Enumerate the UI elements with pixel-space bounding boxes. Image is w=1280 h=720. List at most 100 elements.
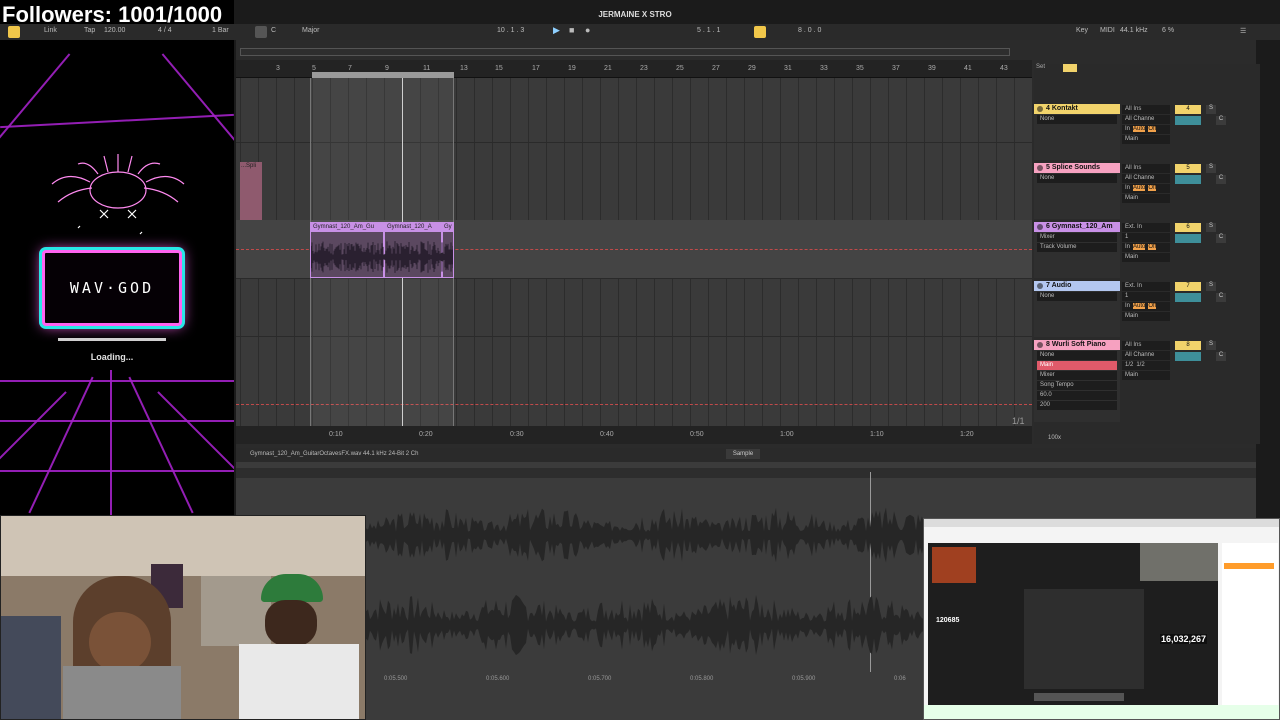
device-chooser[interactable]: None: [1037, 115, 1117, 124]
input-select[interactable]: All Ins: [1122, 164, 1170, 173]
monitor-option[interactable]: Auto: [1133, 244, 1146, 250]
volume-field[interactable]: [1175, 293, 1201, 302]
monitor-option[interactable]: Off: [1148, 303, 1157, 309]
channel-select[interactable]: All Channe: [1122, 115, 1170, 124]
volume-field[interactable]: [1175, 116, 1201, 125]
cave-wall: [1024, 589, 1144, 689]
monitor-option[interactable]: In: [1125, 126, 1130, 132]
device-chooser[interactable]: None: [1037, 292, 1117, 301]
input-select[interactable]: All Ins: [1122, 105, 1170, 114]
channel-select[interactable]: 1: [1122, 292, 1170, 301]
output-select[interactable]: Main: [1122, 371, 1170, 380]
solo-button[interactable]: S: [1206, 164, 1216, 173]
solo-button[interactable]: S: [1206, 105, 1216, 114]
pan-center-button[interactable]: C: [1216, 175, 1226, 184]
play-button[interactable]: ▶: [553, 25, 560, 36]
track-name[interactable]: 7 Audio: [1034, 281, 1120, 291]
track-extra-field[interactable]: 60.0: [1037, 391, 1117, 400]
monitor-option[interactable]: 1/2: [1136, 362, 1144, 368]
pan-center-button[interactable]: C: [1216, 293, 1226, 302]
monitor-option[interactable]: 1/2: [1125, 362, 1133, 368]
stop-button[interactable]: ■: [569, 25, 574, 35]
key-map-button[interactable]: Key: [1076, 27, 1088, 34]
device-chooser[interactable]: Mixer: [1037, 233, 1117, 242]
loop-icon[interactable]: [754, 26, 766, 38]
tempo-field[interactable]: 120.00: [104, 27, 125, 34]
output-select[interactable]: Main: [1122, 312, 1170, 321]
track-strip[interactable]: 5 Splice Sounds None: [1034, 163, 1120, 219]
input-select[interactable]: Ext. In: [1122, 282, 1170, 291]
scale-mode-icon[interactable]: [255, 26, 267, 38]
channel-select[interactable]: All Channe: [1122, 351, 1170, 360]
monitor-option[interactable]: Auto: [1133, 126, 1146, 132]
tap-tempo-button[interactable]: Tap: [84, 27, 95, 34]
sample-scrollbar[interactable]: [236, 468, 1256, 478]
device-chooser[interactable]: None: [1037, 351, 1117, 360]
monitor-option[interactable]: Auto: [1133, 303, 1146, 309]
track-extra-field[interactable]: Main: [1037, 361, 1117, 370]
track-strip[interactable]: 6 Gymnast_120_Am Mixer Track Volume: [1034, 222, 1120, 278]
tab-sample[interactable]: Sample: [726, 449, 760, 459]
track-strip[interactable]: 4 Kontakt None: [1034, 104, 1120, 160]
channel-select[interactable]: All Channe: [1122, 174, 1170, 183]
viewer-count: 120685: [936, 617, 960, 624]
song-position[interactable]: 10 . 1 . 3: [497, 27, 524, 34]
volume-field[interactable]: [1175, 352, 1201, 361]
monitor-switch: In Auto Off: [1122, 243, 1170, 252]
follow-toggle[interactable]: [1063, 64, 1077, 72]
input-select[interactable]: All Ins: [1122, 341, 1170, 350]
volume-field[interactable]: [1175, 234, 1201, 243]
device-chooser[interactable]: None: [1037, 174, 1117, 183]
monitor-option[interactable]: In: [1125, 244, 1130, 250]
monitor-option[interactable]: Off: [1148, 126, 1157, 132]
pan-center-button[interactable]: C: [1216, 116, 1226, 125]
solo-button[interactable]: S: [1206, 282, 1216, 291]
loop-length[interactable]: 8 . 0 . 0: [798, 27, 821, 34]
link-toggle[interactable]: Link: [44, 27, 57, 34]
track-name[interactable]: 8 Wurli Soft Piano: [1034, 340, 1120, 350]
track-activator[interactable]: 5: [1175, 164, 1201, 173]
channel-select[interactable]: 1: [1122, 233, 1170, 242]
loop-start[interactable]: 5 . 1 . 1: [697, 27, 720, 34]
hamburger-icon[interactable]: ☰: [1240, 27, 1246, 35]
track-name[interactable]: 5 Splice Sounds: [1034, 163, 1120, 173]
track-lanes[interactable]: ...Spli Gymnast_120_Am_Gu Gymnast_120_A …: [236, 78, 1032, 426]
output-select[interactable]: Main: [1122, 253, 1170, 262]
monitor-option[interactable]: Off: [1148, 185, 1157, 191]
track-extra-field[interactable]: Track Volume: [1037, 243, 1117, 252]
scale-select[interactable]: Major: [302, 27, 320, 34]
solo-button[interactable]: S: [1206, 223, 1216, 232]
record-button[interactable]: ●: [585, 25, 590, 35]
time-signature[interactable]: 4 / 4: [158, 27, 172, 34]
track-activator[interactable]: 7: [1175, 282, 1201, 291]
quantize-menu[interactable]: 1 Bar: [212, 27, 229, 34]
track-strip[interactable]: 7 Audio None: [1034, 281, 1120, 337]
midi-map-button[interactable]: MIDI: [1100, 27, 1115, 34]
monitor-option[interactable]: Off: [1148, 244, 1157, 250]
overview-scrollbar[interactable]: [240, 48, 1010, 56]
monitor-option[interactable]: In: [1125, 303, 1130, 309]
track-name[interactable]: 4 Kontakt: [1034, 104, 1120, 114]
solo-button[interactable]: S: [1206, 341, 1216, 350]
time-ruler[interactable]: 0:10 0:20 0:30 0:40 0:50 1:00 1:10 1:20: [236, 426, 1032, 444]
key-root-select[interactable]: C: [271, 27, 276, 34]
bar-number: 15: [495, 65, 503, 72]
browser-tabs: [924, 519, 1279, 527]
track-activator[interactable]: 8: [1175, 341, 1201, 350]
track-extra-field[interactable]: 200: [1037, 401, 1117, 410]
pan-center-button[interactable]: C: [1216, 352, 1226, 361]
track-strip[interactable]: 8 Wurli Soft Piano None Main Mixer Song Temp…: [1034, 340, 1120, 422]
output-select[interactable]: Main: [1122, 135, 1170, 144]
clip-splice[interactable]: ...Spli: [240, 162, 262, 220]
monitor-option[interactable]: Auto: [1133, 185, 1146, 191]
track-name[interactable]: 6 Gymnast_120_Am: [1034, 222, 1120, 232]
output-select[interactable]: Main: [1122, 194, 1170, 203]
pan-center-button[interactable]: C: [1216, 234, 1226, 243]
input-select[interactable]: Ext. In: [1122, 223, 1170, 232]
track-activator[interactable]: 6: [1175, 223, 1201, 232]
monitor-option[interactable]: In: [1125, 185, 1130, 191]
volume-field[interactable]: [1175, 175, 1201, 184]
track-activator[interactable]: 4: [1175, 105, 1201, 114]
track-extra-field[interactable]: Song Tempo: [1037, 381, 1117, 390]
track-extra-field[interactable]: Mixer: [1037, 371, 1117, 380]
